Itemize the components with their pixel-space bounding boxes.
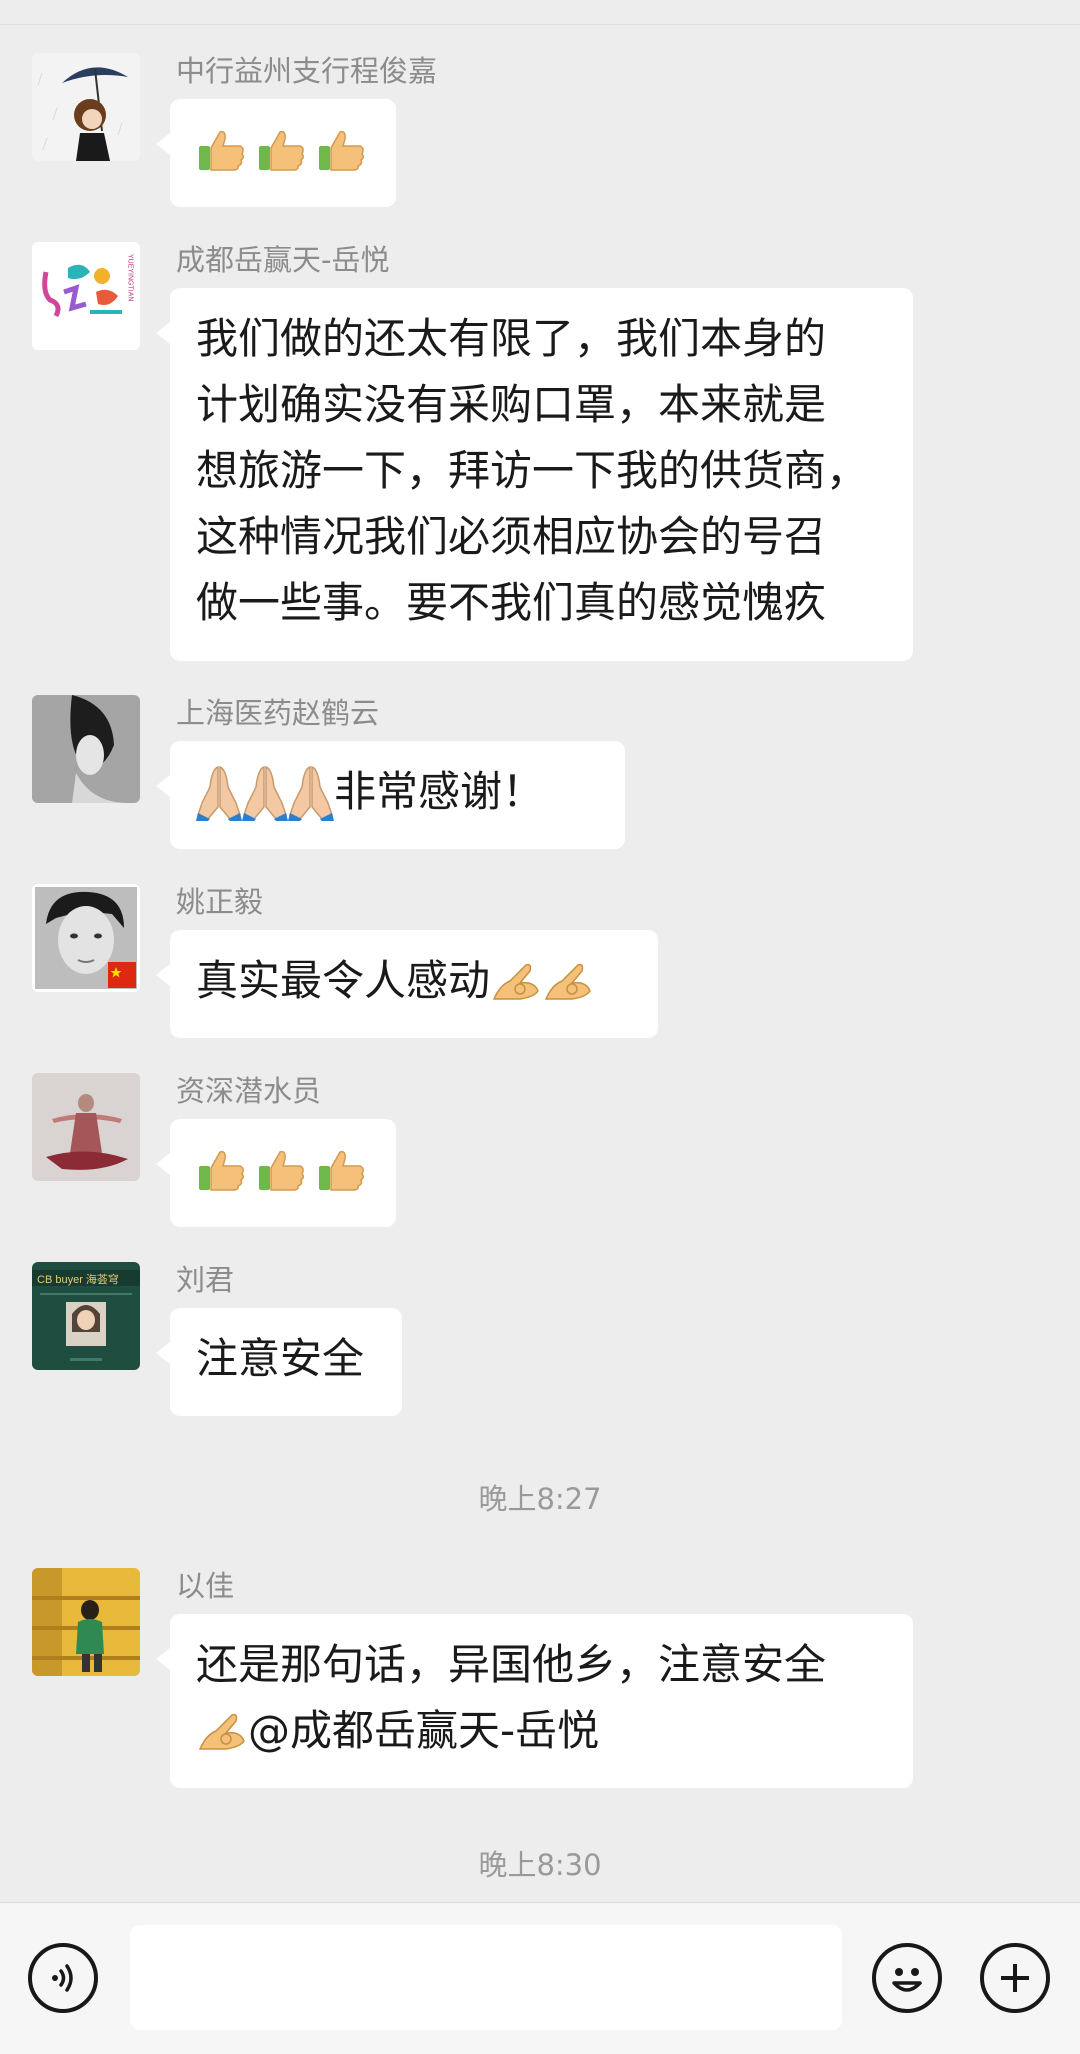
message-text: 真实最令人感动: [196, 956, 491, 1005]
message-bubble[interactable]: 真实最令人感动: [156, 930, 658, 1038]
voice-icon: [52, 1964, 73, 1992]
folded-hands-icon: [242, 765, 288, 821]
input-bar: [0, 1902, 1080, 2054]
avatar-user-5[interactable]: [32, 1073, 140, 1181]
sender-name: 中行益州支行程俊嘉: [176, 54, 438, 88]
avatar-brand-text: CB buyer 海荟穹: [37, 1272, 119, 1286]
top-divider: [0, 0, 1080, 25]
message-input[interactable]: [130, 1925, 842, 2030]
message-bubble[interactable]: [156, 99, 396, 207]
thumbs-up-icon: [199, 1150, 245, 1191]
emoji-button[interactable]: [872, 1943, 942, 2013]
avatar-logo-text: YUEYINGTIAN: [127, 254, 134, 301]
message-text-line: 还是那句话，异国他乡，注意安全: [196, 1640, 827, 1689]
message-text-line: 想旅游一下，拜访一下我的供货商，: [196, 446, 869, 495]
avatar-user-2[interactable]: YUEYINGTIAN: [32, 242, 140, 350]
folded-hands-icon: [288, 765, 334, 821]
plus-button[interactable]: [980, 1943, 1050, 2013]
message-text-line: 计划确实没有采购口罩，本来就是: [196, 380, 827, 429]
timestamp: 晚上8:27: [478, 1482, 602, 1516]
avatar-user-7[interactable]: [32, 1568, 140, 1676]
thumbs-up-icon: [259, 1150, 305, 1191]
sender-name: 以佳: [176, 1569, 235, 1603]
thumbs-up-icon: [319, 1150, 365, 1191]
ok-hand-icon: [544, 963, 591, 1000]
sender-name: 成都岳赢天-岳悦: [176, 243, 390, 277]
avatar-user-4[interactable]: [32, 884, 140, 992]
sender-name: 姚正毅: [176, 885, 264, 919]
thumbs-up-icon: [259, 130, 305, 171]
timestamp: 晚上8:30: [478, 1848, 602, 1882]
message-text-line: 这种情况我们必须相应协会的号召: [196, 512, 827, 561]
message-text: 非常感谢！: [334, 767, 545, 816]
message-bubble[interactable]: 还是那句话，异国他乡，注意安全 @成都岳赢天-岳悦: [156, 1614, 913, 1788]
sender-name: 刘君: [176, 1263, 235, 1297]
folded-hands-icon: [196, 765, 242, 821]
sender-name: 上海医药赵鹤云: [176, 696, 380, 730]
ok-hand-icon: [198, 1713, 245, 1750]
avatar-user-3[interactable]: [32, 695, 140, 803]
avatar-user-1[interactable]: [32, 53, 140, 161]
mention-text[interactable]: @成都岳赢天-岳悦: [248, 1698, 599, 1764]
message-text: 注意安全: [196, 1334, 365, 1383]
message-bubble[interactable]: 我们做的还太有限了，我们本身的 计划确实没有采购口罩，本来就是 想旅游一下，拜访…: [156, 288, 913, 661]
avatar-user-6[interactable]: CB buyer 海荟穹: [32, 1262, 140, 1370]
thumbs-up-icon: [319, 130, 365, 171]
message-bubble[interactable]: 注意安全: [156, 1308, 402, 1416]
message-text-line: 做一些事。要不我们真的感觉愧疚: [196, 578, 827, 627]
message-text-line: 我们做的还太有限了，我们本身的: [196, 314, 827, 363]
ok-hand-icon: [492, 963, 539, 1000]
thumbs-up-icon: [199, 130, 245, 171]
sender-name: 资深潜水员: [176, 1074, 322, 1108]
plus-icon: [1001, 1964, 1029, 1992]
message-bubble[interactable]: [156, 1119, 396, 1227]
emoji-icon: [892, 1968, 922, 1992]
voice-button[interactable]: [28, 1943, 98, 2013]
message-bubble[interactable]: 非常感谢！: [156, 741, 625, 849]
